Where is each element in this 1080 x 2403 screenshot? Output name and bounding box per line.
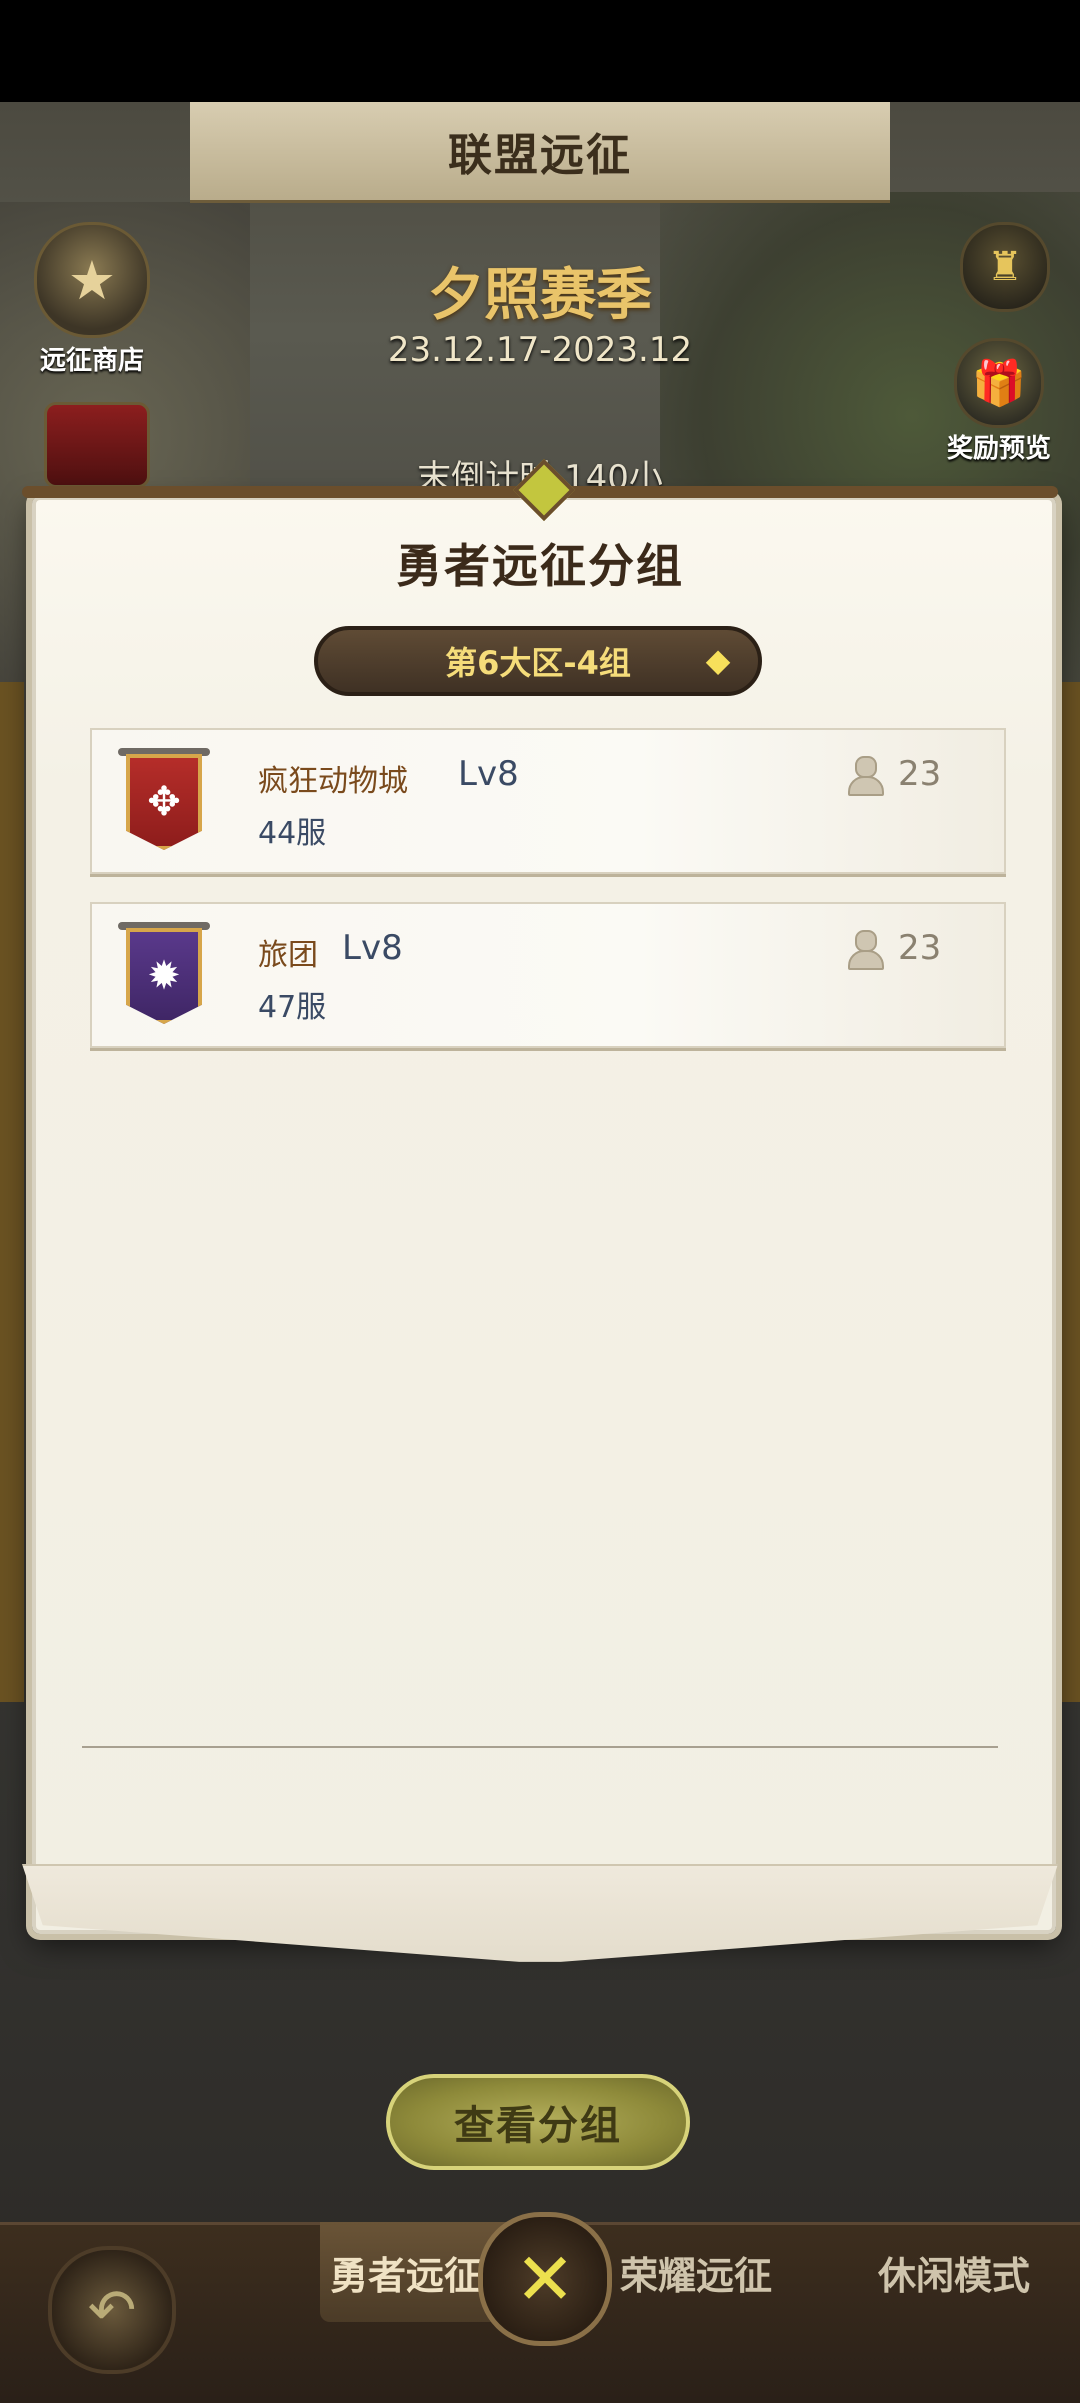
expedition-shop-button[interactable]: ★ 远征商店 [32,222,152,377]
team-name: 旅团 [258,938,318,973]
sun-emblem-icon: ✹ [126,928,202,1024]
dialog-bottom-border [22,1864,1058,1962]
person-icon-head [855,930,877,952]
ranking-button[interactable]: ♜ [960,222,1050,312]
view-group-button[interactable]: 查看分组 [386,2074,690,2170]
back-icon: ↶ [87,2276,137,2344]
reward-preview-button[interactable]: 🎁 奖励预览 [934,338,1064,465]
scene-frame-left [0,682,24,1702]
shop-icon: ★ [34,222,150,338]
tab-casual-mode[interactable]: 休闲模式 [848,2222,1060,2322]
expedition-shop-label: 远征商店 [39,346,144,376]
tab-label: 勇者远征 [330,2253,480,2298]
team-level: Lv8 [342,928,403,968]
team-banner-icon: ✹ [118,922,210,1026]
status-bar [0,0,1080,102]
tab-label: 休闲模式 [877,2253,1030,2298]
person-icon [844,928,884,970]
scene-frame-right [1056,682,1080,1702]
team-name: 疯狂动物城 [258,764,408,799]
person-icon-body [848,950,884,970]
header-banner: 联盟远征 [190,102,890,203]
group-label: 第6大区-4组 [445,644,631,682]
team-banner-icon: ✥ [118,748,210,852]
page-title: 联盟远征 [448,130,632,181]
battle-button[interactable]: ✕ [478,2212,612,2346]
team-card[interactable]: ✹ 旅团 Lv8 47服 23 [90,902,1006,1048]
wing-emblem-icon: ✥ [126,754,202,850]
trophy-icon: ♜ [987,244,1023,290]
team-server: 44服 [258,816,327,851]
team-card[interactable]: ✥ 疯狂动物城 Lv8 44服 23 [90,728,1006,874]
team-level: Lv8 [458,754,519,794]
member-count: 23 [898,754,942,794]
dialog-title: 勇者远征分组 [396,539,684,593]
tab-glory-expedition[interactable]: 荣耀远征 [590,2222,802,2322]
crossed-swords-icon: ✕ [514,2237,576,2321]
reward-preview-label: 奖励预览 [946,434,1051,464]
person-icon [844,754,884,796]
season-dates: 23.12.17-2023.12 [387,330,693,370]
group-selector[interactable]: 第6大区-4组 ◆ [314,626,762,696]
switch-icon[interactable]: ◆ [700,642,736,678]
gift-icon: 🎁 [954,338,1044,428]
member-count: 23 [898,928,942,968]
tab-label: 荣耀远征 [619,2253,772,2298]
side-event-button[interactable] [44,402,150,488]
view-group-label: 查看分组 [454,2103,622,2149]
back-button[interactable]: ↶ [48,2246,176,2374]
person-icon-body [848,776,884,796]
season-title: 夕照赛季 [428,263,652,328]
group-dialog: 勇者远征分组 第6大区-4组 ◆ ✥ 疯狂动物城 Lv8 44服 23 ✹ 旅团… [22,458,1058,1966]
list-divider [82,1746,998,1748]
person-icon-head [855,756,877,778]
team-server: 47服 [258,990,327,1025]
dialog-panel [32,496,1056,1934]
